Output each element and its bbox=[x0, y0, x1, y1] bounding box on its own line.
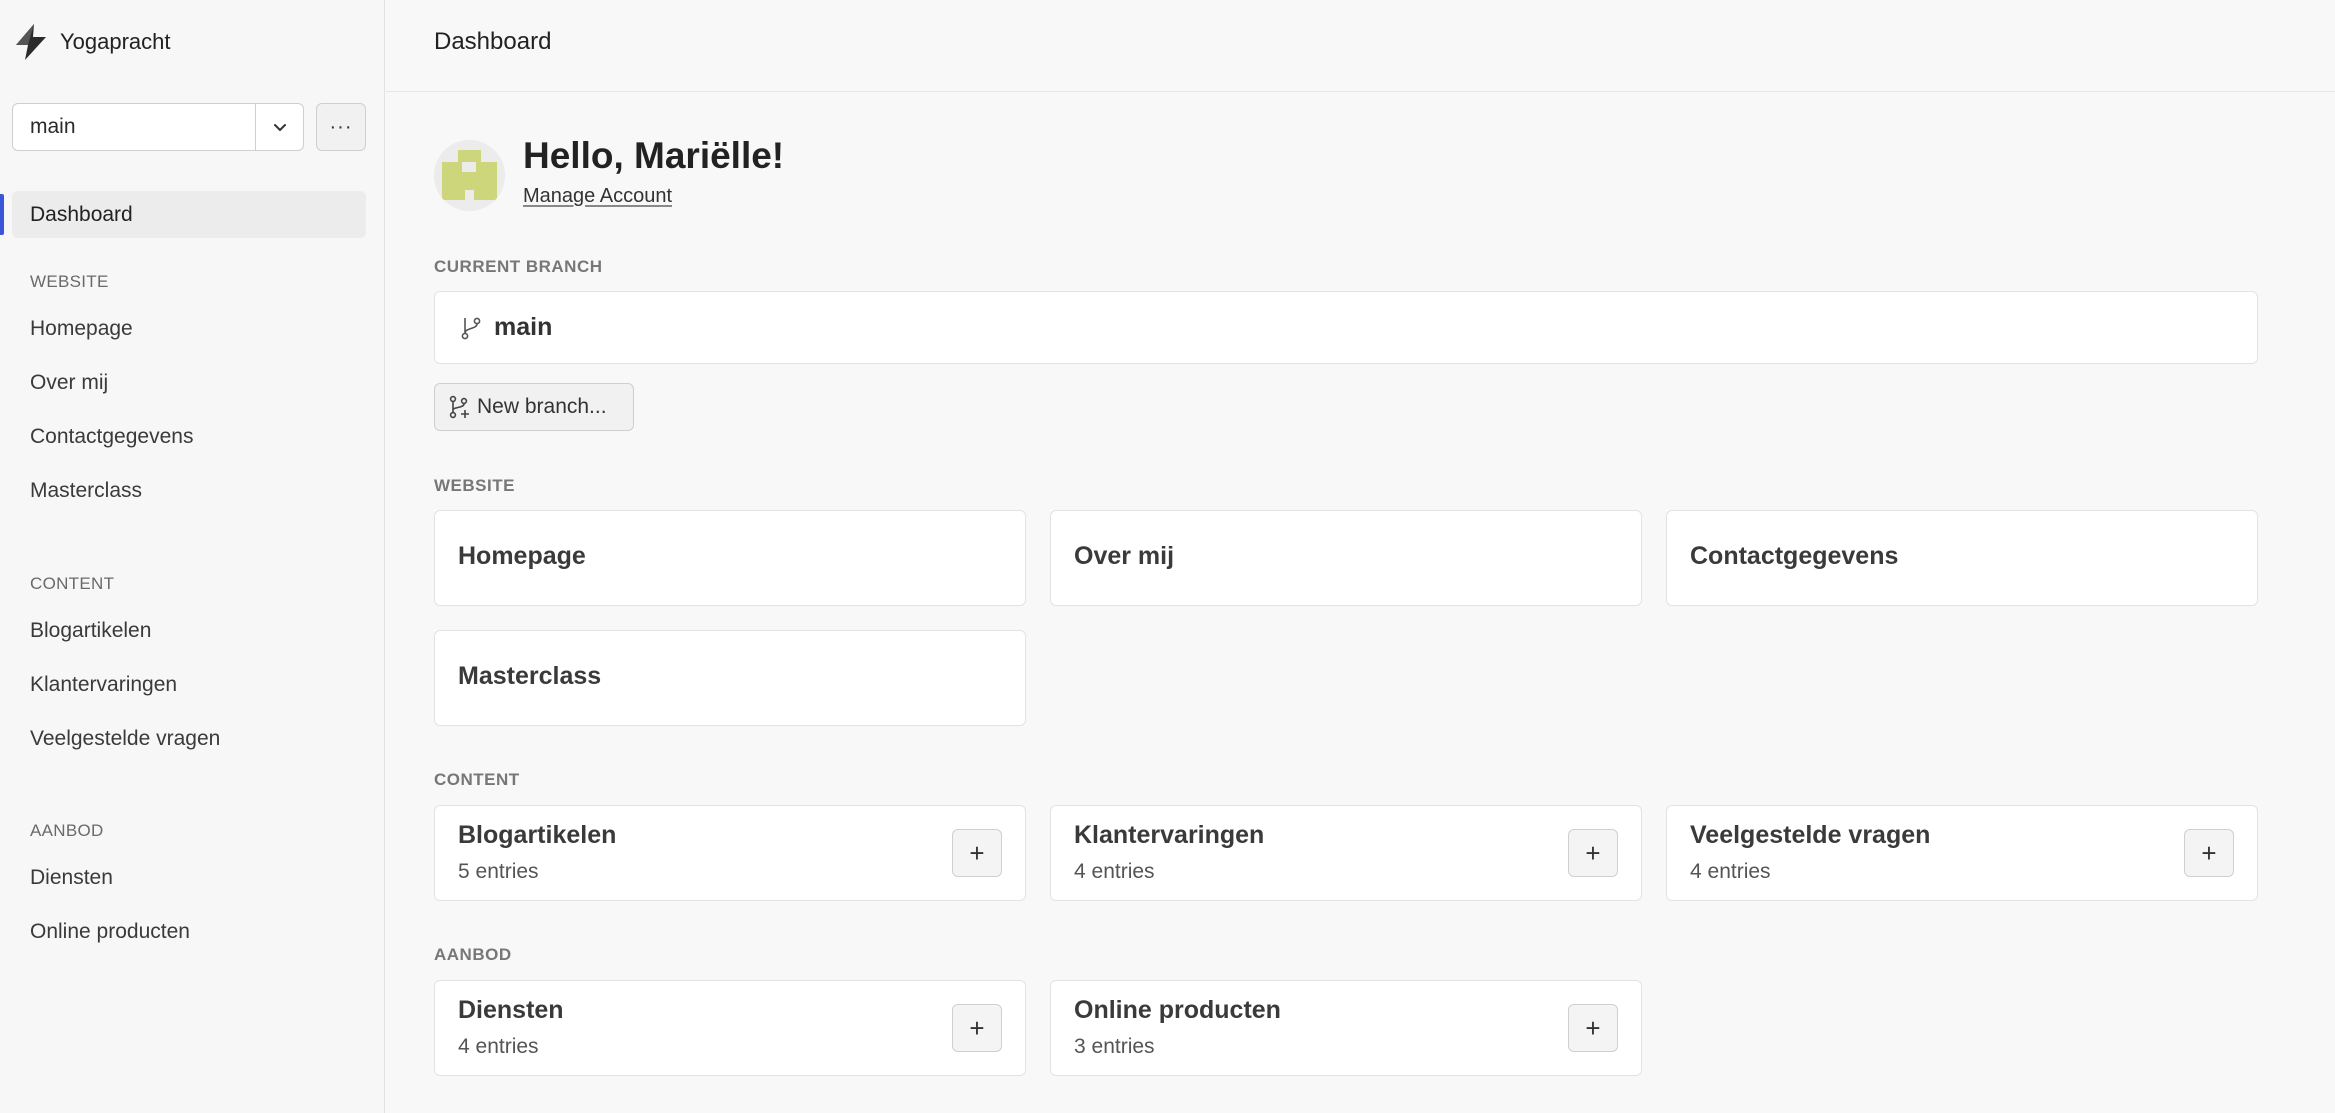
sidebar-item-diensten[interactable]: Diensten bbox=[30, 866, 113, 890]
card-title: Blogartikelen bbox=[458, 821, 617, 849]
new-branch-button[interactable]: New branch... bbox=[434, 383, 634, 431]
sidebar-item-blogartikelen[interactable]: Blogartikelen bbox=[30, 619, 151, 643]
page-title: Dashboard bbox=[434, 28, 552, 55]
sidebar-item-contactgegevens[interactable]: Contactgegevens bbox=[30, 425, 193, 449]
add-entry-button[interactable]: + bbox=[1568, 829, 1618, 877]
card-title: Masterclass bbox=[458, 662, 602, 690]
new-branch-label: New branch... bbox=[477, 395, 607, 418]
top-bar: Dashboard bbox=[386, 0, 2335, 92]
avatar[interactable] bbox=[434, 140, 505, 211]
aanbod-section-label: AANBOD bbox=[434, 945, 512, 964]
sidebar-item-dashboard[interactable]: Dashboard bbox=[12, 191, 366, 238]
sidebar-section-content: CONTENT bbox=[30, 574, 115, 593]
active-indicator bbox=[0, 194, 4, 235]
content-card-veelgestelde-vragen[interactable]: Veelgestelde vragen 4 entries + bbox=[1666, 805, 2258, 901]
aanbod-card-diensten[interactable]: Diensten 4 entries + bbox=[434, 980, 1026, 1076]
brand[interactable]: Yogapracht bbox=[14, 24, 171, 60]
website-card-contactgegevens[interactable]: Contactgegevens bbox=[1666, 510, 2258, 606]
current-branch-card[interactable]: main bbox=[434, 291, 2258, 364]
plus-icon: + bbox=[969, 1012, 985, 1043]
sidebar-item-label: Dashboard bbox=[30, 202, 133, 226]
add-entry-button[interactable]: + bbox=[952, 1004, 1002, 1052]
card-entry-count: 4 entries bbox=[1690, 860, 1771, 883]
branch-select-value: main bbox=[30, 115, 76, 138]
sidebar-item-klantervaringen[interactable]: Klantervaringen bbox=[30, 673, 177, 697]
website-section-label: WEBSITE bbox=[434, 476, 515, 495]
new-branch-icon bbox=[449, 395, 469, 419]
sidebar: Yogapracht main ··· Dashboard WEBSITE Ho… bbox=[0, 0, 385, 1113]
chevron-down-icon bbox=[273, 124, 286, 131]
app-name: Yogapracht bbox=[60, 29, 171, 54]
branch-select-toggle[interactable] bbox=[255, 104, 303, 150]
card-title: Online producten bbox=[1074, 996, 1281, 1024]
more-button[interactable]: ··· bbox=[316, 103, 366, 151]
add-entry-button[interactable]: + bbox=[2184, 829, 2234, 877]
website-card-over-mij[interactable]: Over mij bbox=[1050, 510, 1642, 606]
card-entry-count: 5 entries bbox=[458, 860, 539, 883]
card-entry-count: 4 entries bbox=[1074, 860, 1155, 883]
sidebar-item-masterclass[interactable]: Masterclass bbox=[30, 479, 142, 503]
card-title: Over mij bbox=[1074, 542, 1175, 570]
current-branch-label: CURRENT BRANCH bbox=[434, 257, 603, 276]
branch-select[interactable]: main bbox=[12, 103, 304, 151]
card-entry-count: 4 entries bbox=[458, 1035, 539, 1058]
current-branch-name: main bbox=[494, 313, 553, 341]
plus-icon: + bbox=[1585, 1012, 1601, 1043]
card-title: Diensten bbox=[458, 996, 564, 1024]
sidebar-section-aanbod: AANBOD bbox=[30, 821, 104, 840]
card-title: Veelgestelde vragen bbox=[1690, 821, 1931, 849]
main-content: Dashboard Hello, Mariëlle! Manage Accoun… bbox=[386, 0, 2335, 1113]
plus-icon: + bbox=[2201, 837, 2217, 868]
website-card-masterclass[interactable]: Masterclass bbox=[434, 630, 1026, 726]
sidebar-section-website: WEBSITE bbox=[30, 272, 109, 291]
content-card-blogartikelen[interactable]: Blogartikelen 5 entries + bbox=[434, 805, 1026, 901]
logo-icon bbox=[16, 24, 46, 60]
plus-icon: + bbox=[1585, 837, 1601, 868]
card-entry-count: 3 entries bbox=[1074, 1035, 1155, 1058]
card-title: Contactgegevens bbox=[1690, 542, 1899, 570]
sidebar-item-over-mij[interactable]: Over mij bbox=[30, 371, 108, 395]
add-entry-button[interactable]: + bbox=[1568, 1004, 1618, 1052]
content-section-label: CONTENT bbox=[434, 770, 520, 789]
sidebar-item-homepage[interactable]: Homepage bbox=[30, 317, 133, 341]
card-title: Homepage bbox=[458, 542, 586, 570]
avatar-image bbox=[434, 140, 505, 211]
website-card-homepage[interactable]: Homepage bbox=[434, 510, 1026, 606]
add-entry-button[interactable]: + bbox=[952, 829, 1002, 877]
sidebar-item-veelgestelde-vragen[interactable]: Veelgestelde vragen bbox=[30, 727, 220, 751]
card-title: Klantervaringen bbox=[1074, 821, 1265, 849]
manage-account-link[interactable]: Manage Account bbox=[523, 185, 672, 208]
branch-icon bbox=[461, 317, 481, 339]
content-card-klantervaringen[interactable]: Klantervaringen 4 entries + bbox=[1050, 805, 1642, 901]
aanbod-card-online-producten[interactable]: Online producten 3 entries + bbox=[1050, 980, 1642, 1076]
sidebar-item-online-producten[interactable]: Online producten bbox=[30, 920, 190, 944]
plus-icon: + bbox=[969, 837, 985, 868]
greeting: Hello, Mariëlle! bbox=[523, 135, 785, 176]
more-icon: ··· bbox=[329, 115, 353, 138]
